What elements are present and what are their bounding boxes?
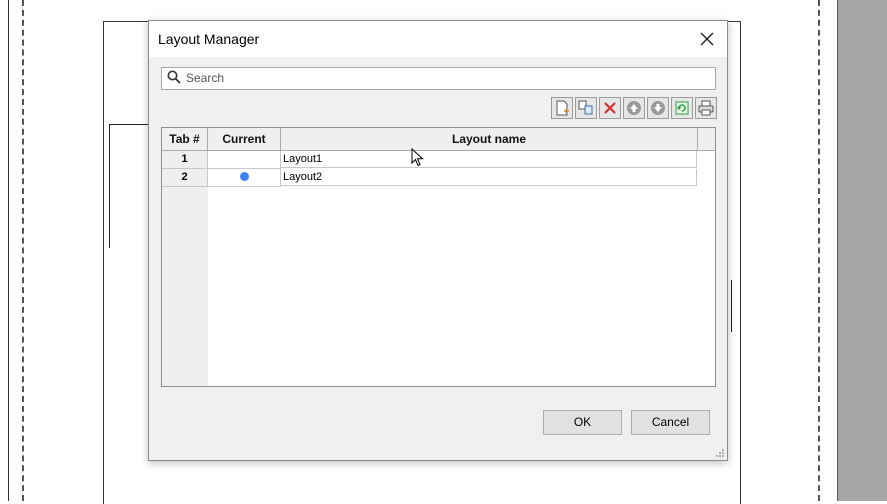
row-tab-number: 2 — [162, 169, 208, 187]
delete-icon — [604, 102, 616, 114]
canvas-border-line — [8, 0, 9, 501]
row-layout-name[interactable]: Layout2 — [281, 169, 697, 186]
row-current-indicator[interactable] — [208, 169, 281, 187]
row-tab-number: 1 — [162, 151, 208, 169]
refresh-icon — [675, 101, 689, 115]
row-layout-name[interactable]: Layout1 — [281, 151, 697, 168]
search-icon — [167, 70, 181, 84]
canvas-outside-area — [837, 0, 887, 501]
cancel-button[interactable]: Cancel — [631, 410, 710, 435]
drawing-line — [731, 280, 732, 332]
table-row[interactable]: 1 Layout1 — [162, 151, 698, 169]
resize-grip-icon[interactable] — [715, 448, 725, 458]
new-layout-icon — [556, 100, 569, 116]
column-header-tab[interactable]: Tab # — [162, 128, 208, 151]
close-icon — [700, 32, 714, 46]
copy-layout-icon — [578, 100, 593, 115]
delete-layout-button[interactable] — [599, 97, 621, 119]
copy-layout-button[interactable] — [575, 97, 597, 119]
dialog-titlebar: Layout Manager — [149, 21, 727, 57]
layout-manager-dialog: Layout Manager Search Tab # Current Layo… — [148, 20, 728, 461]
margin-guide-left — [22, 0, 24, 501]
column-header-current[interactable]: Current — [208, 128, 281, 151]
column-header-layout-name[interactable]: Layout name — [281, 128, 698, 151]
mouse-pointer-icon — [411, 148, 424, 167]
current-layout-dot-icon — [239, 171, 249, 181]
drawing-line — [109, 124, 110, 248]
print-button[interactable] — [695, 97, 717, 119]
search-input[interactable] — [186, 69, 706, 87]
refresh-button[interactable] — [671, 97, 693, 119]
search-box[interactable] — [161, 67, 716, 90]
table-row[interactable]: 2 Layout2 — [162, 169, 698, 187]
margin-guide-right — [818, 0, 820, 501]
close-button[interactable] — [693, 25, 721, 53]
ok-button[interactable]: OK — [543, 410, 622, 435]
row-current-indicator[interactable] — [208, 151, 281, 169]
move-down-button[interactable] — [647, 97, 669, 119]
column-header-filler — [698, 128, 715, 151]
dialog-title: Layout Manager — [158, 31, 260, 47]
move-up-button[interactable] — [623, 97, 645, 119]
print-icon — [698, 100, 714, 116]
move-up-icon — [627, 101, 641, 115]
move-down-icon — [651, 101, 665, 115]
new-layout-button[interactable] — [551, 97, 573, 119]
layout-table: Tab # Current Layout name 1 Layout1 2 La… — [161, 127, 716, 387]
